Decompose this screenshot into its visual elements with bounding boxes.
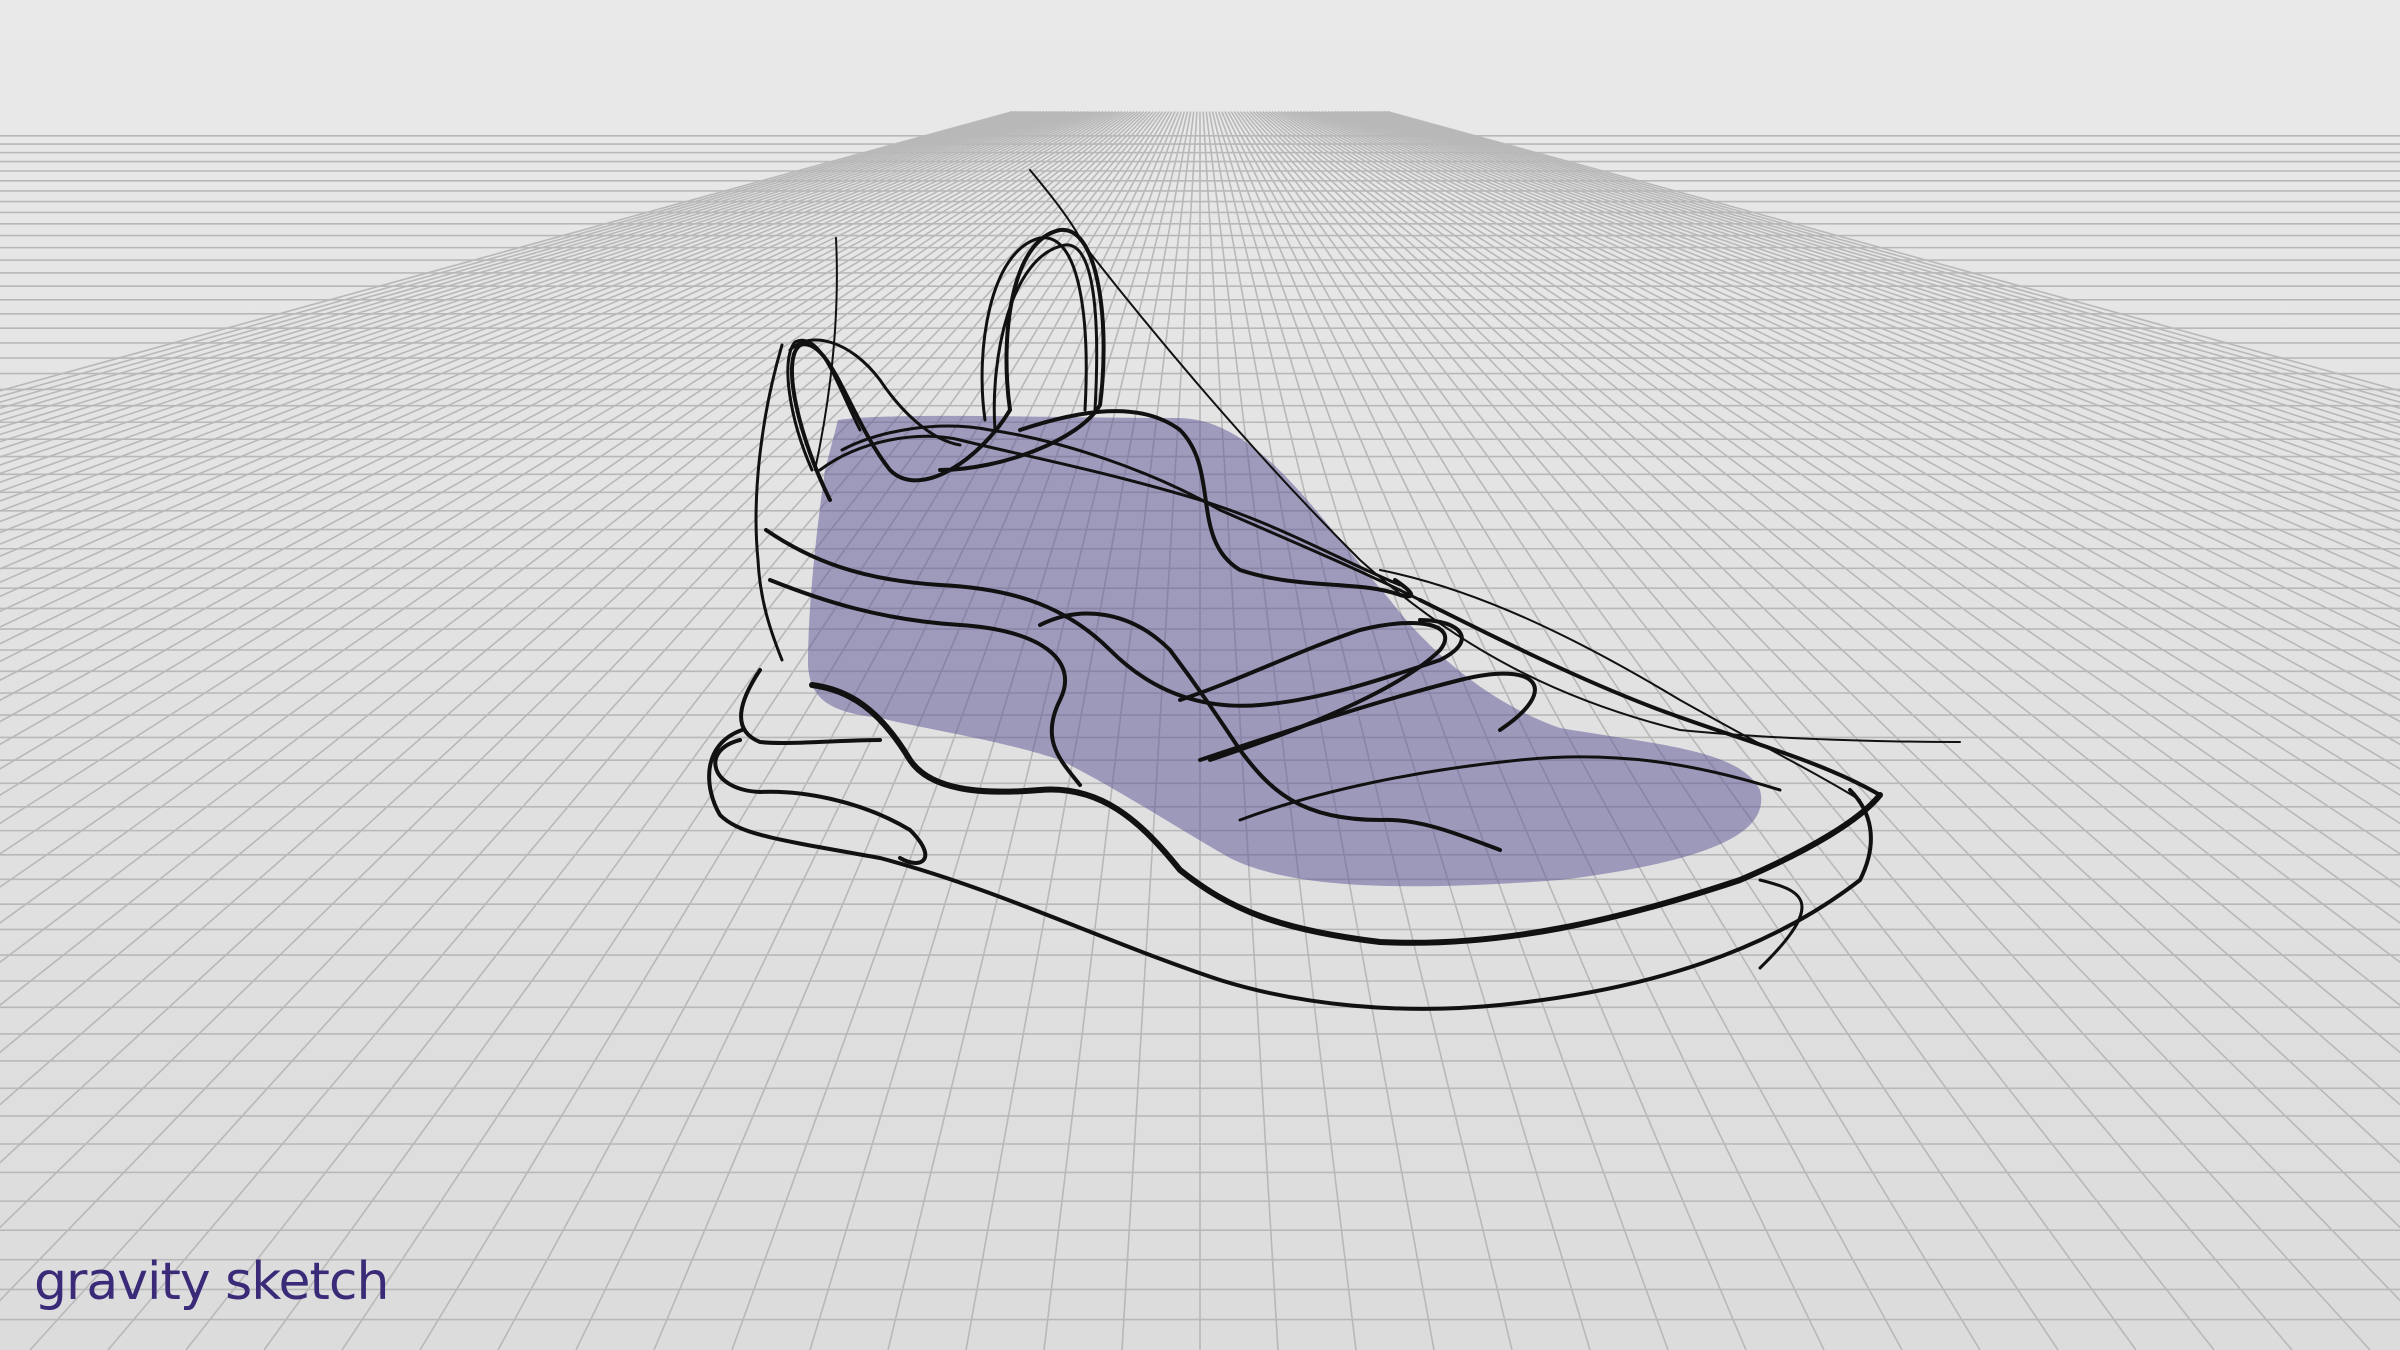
grid-line-depth [0, 110, 1029, 422]
grid-line-depth [0, 110, 1089, 613]
grid-line-depth [0, 110, 1064, 512]
grid-line-depth [0, 110, 1095, 645]
grid-line-depth [0, 110, 1060, 502]
grid-line-depth [0, 110, 1073, 545]
grid-line-depth [0, 110, 1070, 534]
grid-line-depth [0, 110, 1032, 429]
gravity-sketch-logo: gravity sketch [34, 1256, 389, 1308]
grid-line-depth [0, 110, 1039, 443]
grid-line-depth [0, 110, 1054, 484]
vr-viewport[interactable]: gravity sketch [0, 0, 2400, 1350]
sketch-scene[interactable] [0, 0, 2400, 1350]
shoe-upper-surface[interactable] [808, 415, 1762, 887]
grid-line-depth [0, 110, 1035, 436]
brand-wordmark: gravity sketch [34, 1252, 389, 1312]
grid-line-depth [0, 110, 1085, 598]
grid-line-depth [0, 110, 1014, 392]
grid-line-depth [0, 110, 1017, 398]
